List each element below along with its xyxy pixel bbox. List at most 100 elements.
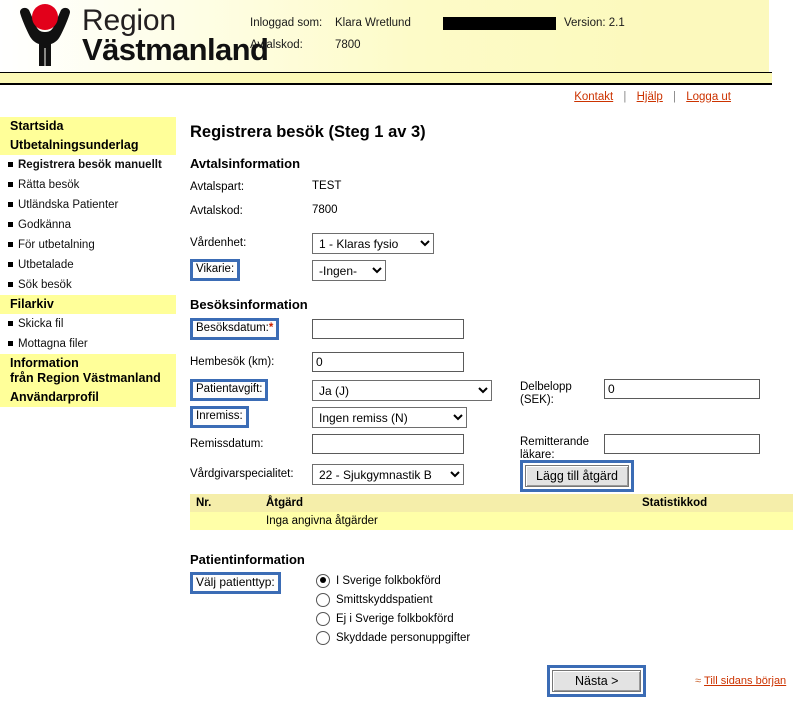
sidebar-item-for-utbetalning[interactable]: För utbetalning — [0, 235, 176, 255]
radio-icon[interactable] — [316, 573, 330, 588]
avtalspart-label: Avtalspart: — [190, 181, 245, 193]
sidebar-header-anvandarprofil[interactable]: Användarprofil — [0, 388, 176, 407]
remitterande-group: Remitterande läkare: — [520, 434, 793, 462]
sidebar-item-ratta-besok[interactable]: Rätta besök — [0, 175, 176, 195]
sidebar-item-mottagna-filer[interactable]: Mottagna filer — [0, 334, 176, 354]
chevron-up-icon: ≈ — [695, 675, 702, 687]
delbelopp-group: Delbelopp (SEK): — [520, 379, 793, 407]
bullet-icon — [8, 182, 13, 187]
table-row: Inga angivna åtgärder — [190, 512, 793, 530]
sidebar-item-godkanna[interactable]: Godkänna — [0, 215, 176, 235]
sidebar-item-label: För utbetalning — [18, 239, 95, 251]
besoksdatum-label: Besöksdatum: — [196, 322, 269, 334]
sidebar-item-utlandska-patienter[interactable]: Utländska Patienter — [0, 195, 176, 215]
row-vardenhet: Vårdenhet: 1 - Klaras fysio — [190, 233, 793, 255]
back-to-top[interactable]: ≈ Till sidans början — [695, 675, 786, 687]
specialitet-label: Vårdgivarspecialitet: — [190, 468, 294, 480]
avtalskod-value: 7800 — [335, 39, 361, 51]
sidebar-item-sok-besok[interactable]: Sök besök — [0, 275, 176, 295]
row-specialitet: Vårdgivarspecialitet: 22 - Sjukgymnastik… — [190, 460, 793, 492]
avtalskod-value: 7800 — [312, 204, 338, 216]
radio-option-i-sverige-folkbokford[interactable]: I Sverige folkbokförd — [316, 571, 793, 590]
form-footer: Nästa > ≈ Till sidans början — [190, 661, 793, 705]
redacted-block — [443, 16, 556, 30]
atgarder-table: Nr. Åtgärd Statistikkod Inga angivna åtg… — [190, 494, 793, 530]
inremiss-select[interactable]: Ingen remiss (N) — [312, 407, 467, 428]
radio-label: Smittskyddspatient — [336, 593, 433, 606]
sidebar-header-utbetalningsunderlag[interactable]: Utbetalningsunderlag — [0, 136, 176, 155]
inremiss-label: Inremiss: — [196, 410, 243, 422]
besoksinformation-title: Besöksinformation — [190, 297, 308, 312]
table-header-row: Nr. Åtgärd Statistikkod — [190, 494, 793, 512]
row-inremiss: Inremiss: Ingen remiss (N) — [190, 406, 793, 428]
link-logga-ut[interactable]: Logga ut — [686, 91, 731, 103]
patienttyp-radio-list: I Sverige folkbokförd Smittskyddspatient… — [316, 571, 793, 647]
remissdatum-input[interactable] — [312, 434, 464, 454]
login-user-row: Inloggad som: Klara Wretlund Version: 2.… — [250, 12, 625, 34]
vardgivarspecialitet-select[interactable]: 22 - Sjukgymnastik B — [312, 464, 464, 485]
avtalskod-row: Avtalskod: 7800 — [250, 34, 625, 56]
bullet-icon — [8, 321, 13, 326]
vikarie-label-highlight: Vikarie: — [190, 259, 241, 281]
add-atgard-button[interactable]: Lägg till åtgärd — [525, 465, 630, 487]
hembesok-input[interactable] — [312, 352, 464, 372]
back-to-top-link[interactable]: Till sidans början — [704, 675, 786, 687]
site-logo[interactable]: Region Västmanland — [10, 2, 269, 72]
radio-icon[interactable] — [316, 611, 330, 626]
vardenhet-select[interactable]: 1 - Klaras fysio — [312, 233, 434, 254]
sidebar-item-label: Mottagna filer — [18, 338, 88, 350]
avtalspart-value: TEST — [312, 180, 342, 192]
vikarie-select[interactable]: -Ingen- — [312, 260, 386, 281]
radio-label: Ej i Sverige folkbokförd — [336, 612, 454, 625]
row-patientavgift: Patientavgift: Ja (J) Delbelopp (SEK): — [190, 379, 793, 406]
header-divider — [0, 72, 772, 85]
link-kontakt[interactable]: Kontakt — [574, 91, 613, 103]
person-figure-logo-icon — [20, 4, 70, 66]
delbelopp-label: Delbelopp (SEK): — [520, 381, 572, 406]
add-atgard-highlight: Lägg till åtgärd — [520, 460, 635, 492]
radio-option-ej-i-sverige-folkbokford[interactable]: Ej i Sverige folkbokförd — [316, 609, 793, 628]
top-links-bar: Kontakt | Hjälp | Logga ut — [0, 85, 793, 113]
patientavgift-select[interactable]: Ja (J) — [312, 380, 492, 401]
sidebar-header-filarkiv[interactable]: Filarkiv — [0, 295, 176, 314]
delbelopp-input[interactable] — [604, 379, 760, 399]
login-username: Klara Wretlund — [335, 17, 411, 29]
radio-icon[interactable] — [316, 630, 330, 645]
radio-option-smittskyddspatient[interactable]: Smittskyddspatient — [316, 590, 793, 609]
bullet-icon — [8, 162, 13, 167]
sidebar-header-startsida[interactable]: Startsida — [0, 117, 176, 136]
radio-label: Skyddade personuppgifter — [336, 631, 471, 644]
login-info: Inloggad som: Klara Wretlund Version: 2.… — [250, 12, 625, 56]
patientavgift-label-highlight: Patientavgift: — [190, 379, 269, 401]
logo-name-text: Västmanland — [82, 32, 269, 67]
sidebar-item-registrera-besok-manuellt[interactable]: Registrera besök manuellt — [0, 155, 176, 175]
patientinformation-title: Patientinformation — [190, 552, 305, 567]
radio-label: I Sverige folkbokförd — [336, 574, 441, 587]
link-separator-1: | — [623, 91, 627, 103]
sidebar-item-skicka-fil[interactable]: Skicka fil — [0, 314, 176, 334]
next-button[interactable]: Nästa > — [552, 670, 642, 692]
vardenhet-label: Vårdenhet: — [190, 237, 247, 249]
column-header-nr: Nr. — [190, 494, 260, 512]
row-avtalskod: Avtalskod: 7800 — [190, 201, 793, 223]
section-besoksinformation: Besöksinformation Besöksdatum:* Hembesök… — [190, 297, 793, 530]
column-header-statistikkod: Statistikkod — [636, 494, 793, 512]
sidebar-item-utbetalade[interactable]: Utbetalade — [0, 255, 176, 275]
radio-icon[interactable] — [316, 592, 330, 607]
row-remissdatum: Remissdatum: Remitterande läkare: — [190, 434, 793, 461]
sidebar-item-label: Utländska Patienter — [18, 199, 119, 211]
section-avtalsinformation: Avtalsinformation Avtalspart: TEST Avtal… — [190, 156, 793, 281]
besoksdatum-input[interactable] — [312, 319, 464, 339]
page-body: Startsida Utbetalningsunderlag Registrer… — [0, 113, 793, 705]
sidebar-header-information[interactable]: Information från Region Västmanland — [0, 354, 176, 388]
radio-option-skyddade-personuppgifter[interactable]: Skyddade personuppgifter — [316, 628, 793, 647]
bullet-icon — [8, 242, 13, 247]
link-hjalp[interactable]: Hjälp — [637, 91, 663, 103]
sidebar-item-label: Rätta besök — [18, 179, 80, 191]
remitterande-label: Remitterande läkare: — [520, 436, 590, 461]
avtalskod-label: Avtalskod: — [190, 205, 243, 217]
link-separator-2: | — [673, 91, 677, 103]
sidebar-item-label: Godkänna — [18, 219, 72, 231]
remitterande-lakare-input[interactable] — [604, 434, 760, 454]
logo-wordmark: Region Västmanland — [82, 6, 269, 67]
